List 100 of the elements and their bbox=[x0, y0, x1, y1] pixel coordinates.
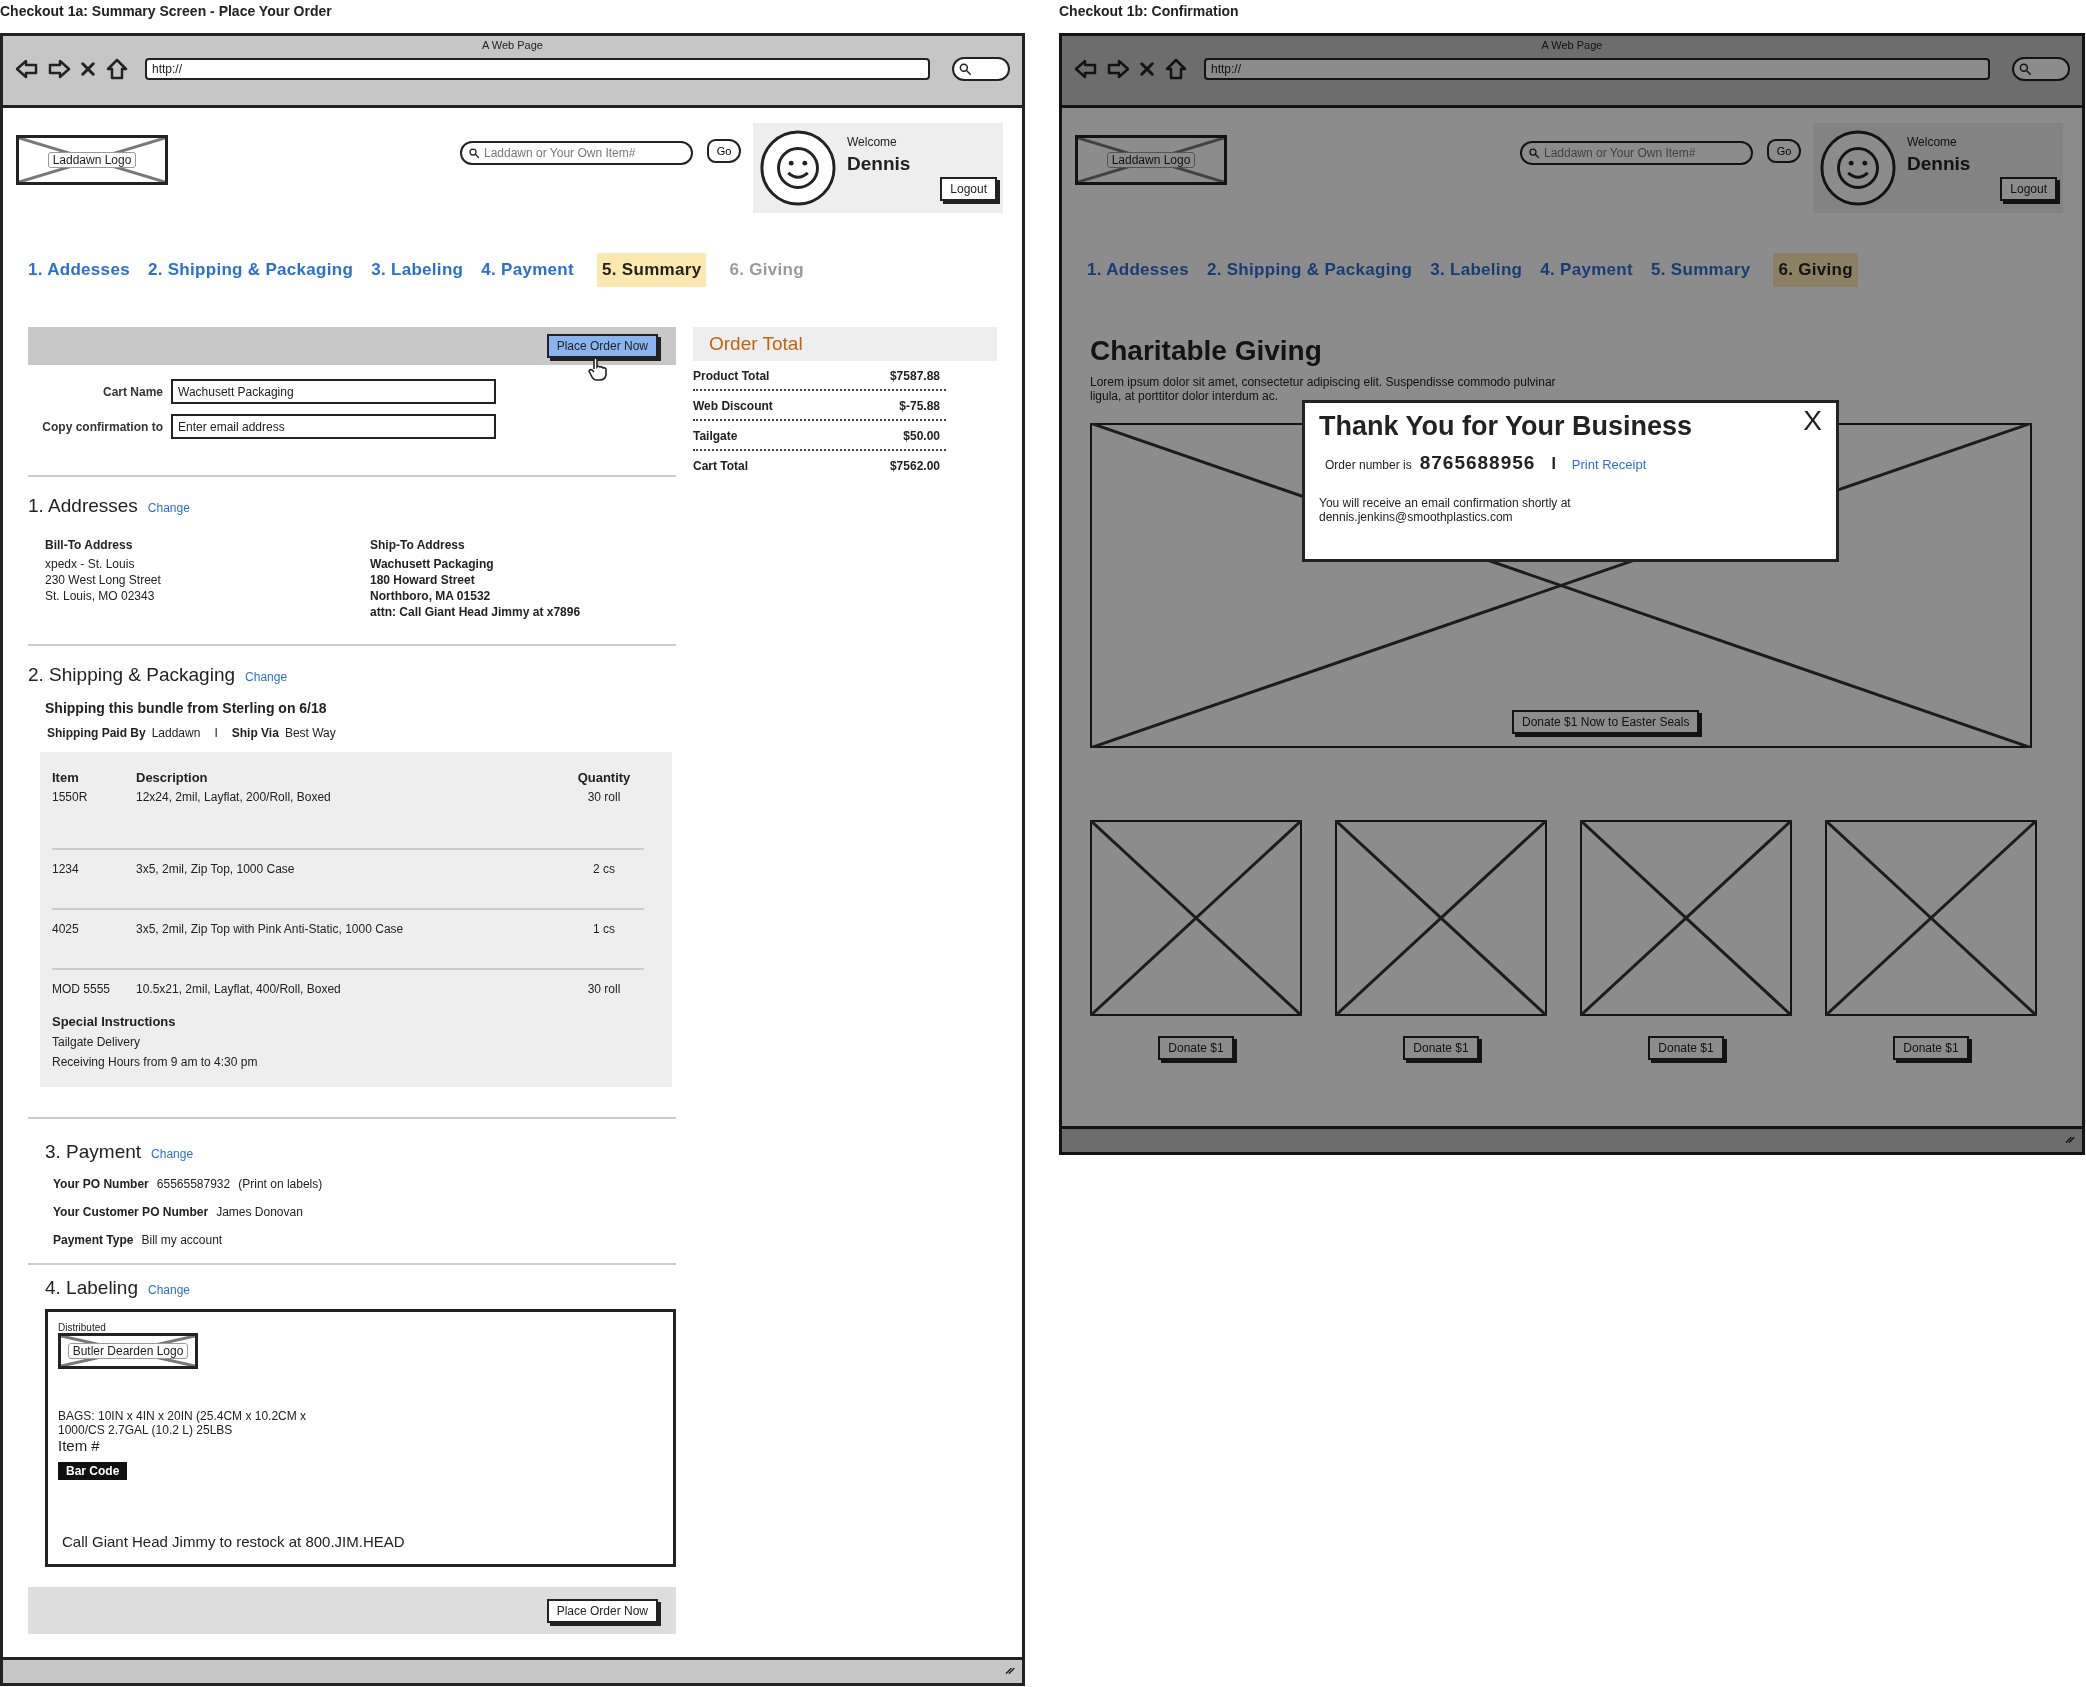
donate-button[interactable]: Donate $1 Now to Easter Seals bbox=[1512, 710, 1700, 734]
screen-caption: Checkout 1b: Confirmation bbox=[1059, 2, 1240, 21]
step-tab[interactable]: 5. Summary bbox=[597, 253, 707, 287]
home-icon[interactable] bbox=[105, 57, 129, 81]
table-cell-text: 1234 bbox=[52, 862, 80, 876]
smiley-avatar-icon bbox=[1819, 129, 1897, 207]
payment-note: (Print on labels) bbox=[238, 1177, 323, 1191]
address-line: xpedx - St. Louis bbox=[45, 556, 136, 572]
step-tab[interactable]: 1. Addesses bbox=[23, 253, 135, 287]
total-label: Cart Total bbox=[693, 459, 749, 473]
change-link[interactable]: Change bbox=[147, 1283, 190, 1297]
go-button[interactable]: Go bbox=[1767, 139, 1801, 163]
logo-label: Laddawn Logo bbox=[47, 152, 137, 168]
place-order-button[interactable]: Place Order Now bbox=[546, 1598, 658, 1623]
forward-icon[interactable] bbox=[47, 57, 71, 81]
page-heading: Charitable Giving bbox=[1090, 335, 1323, 367]
logout-button[interactable]: Logout bbox=[2000, 177, 2057, 201]
dialog-title: Thank You for Your Business bbox=[1319, 411, 1693, 442]
search-placeholder: Laddawn or Your Own Item# bbox=[1544, 146, 1696, 160]
change-link[interactable]: Change bbox=[147, 501, 190, 515]
search-field[interactable]: Laddawn or Your Own Item# bbox=[460, 141, 693, 165]
barcode-label: Bar Code bbox=[58, 1462, 128, 1480]
donate-button[interactable]: Donate $1 bbox=[1648, 1036, 1724, 1060]
step-tab[interactable]: 4. Payment bbox=[476, 253, 579, 287]
place-order-button[interactable]: Place Order Now bbox=[546, 334, 658, 358]
distributed-label: Distributed bbox=[58, 1322, 107, 1333]
search-field[interactable]: Laddawn or Your Own Item# bbox=[1520, 141, 1753, 165]
field-label: Copy confirmation to bbox=[41, 419, 163, 434]
instructions-heading: Special Instructions bbox=[52, 1014, 177, 1029]
item-number-label: Item # bbox=[58, 1437, 101, 1454]
instructions-line: Tailgate Delivery bbox=[52, 1035, 142, 1049]
input-field[interactable]: Wachusett Packaging bbox=[171, 379, 496, 404]
browser-search-field[interactable] bbox=[952, 57, 1010, 81]
separator: I bbox=[1551, 455, 1556, 473]
back-icon[interactable] bbox=[15, 57, 39, 81]
url-field[interactable]: http:// bbox=[1204, 58, 1990, 80]
section-title: 3. Payment bbox=[45, 1141, 142, 1163]
change-link[interactable]: Change bbox=[245, 670, 288, 684]
step-tab[interactable]: 6. Giving bbox=[1773, 253, 1858, 287]
body-text: Lorem ipsum dolor sit amet, consectetur adipiscing elit. Suspendisse commodo pulvinar bbox=[1090, 375, 1557, 389]
order-total-title: Order Total bbox=[693, 327, 997, 361]
column-header: Quantity bbox=[576, 770, 632, 785]
logo-label: Butler Dearden Logo bbox=[67, 1343, 189, 1359]
table-cell-text: 12x24, 2mil, Layflat, 200/Roll, Boxed bbox=[136, 790, 332, 804]
table-cell-text: 4025 bbox=[52, 922, 80, 936]
step-tab[interactable]: 1. Addesses bbox=[1082, 253, 1194, 287]
welcome-label: Welcome bbox=[847, 135, 898, 149]
step-tab[interactable]: 5. Summary bbox=[1646, 253, 1756, 287]
url-field[interactable]: http:// bbox=[145, 58, 930, 80]
go-button[interactable]: Go bbox=[707, 139, 741, 163]
logout-button[interactable]: Logout bbox=[940, 177, 997, 201]
logo-label: Laddawn Logo bbox=[1106, 152, 1196, 168]
total-value: $50.00 bbox=[903, 429, 940, 443]
order-label: Order number is bbox=[1325, 458, 1412, 472]
section-title: 4. Labeling bbox=[45, 1277, 138, 1299]
print-receipt-link[interactable]: Print Receipt bbox=[1571, 457, 1647, 472]
total-label: Product Total bbox=[693, 369, 770, 383]
address-line: 180 Howard Street bbox=[370, 572, 476, 588]
change-link[interactable]: Change bbox=[151, 1147, 194, 1161]
body-text: ligula, at porttitor dolor interdum ac. bbox=[1090, 389, 1280, 403]
donate-button[interactable]: Donate $1 bbox=[1893, 1036, 1969, 1060]
bag-spec-line: BAGS: 10IN x 4IN x 20IN (25.4CM x 10.2CM x bbox=[58, 1409, 308, 1423]
payment-label: Your PO Number bbox=[53, 1177, 149, 1191]
section-title: 1. Addresses bbox=[28, 495, 138, 517]
total-value: $7562.00 bbox=[889, 459, 940, 473]
bag-spec-line: 1000/CS 2.7GAL (10.2 L) 25LBS bbox=[58, 1423, 234, 1437]
input-field[interactable]: Enter email address bbox=[171, 414, 496, 439]
payment-label: Payment Type bbox=[53, 1233, 134, 1247]
search-placeholder: Laddawn or Your Own Item# bbox=[484, 146, 636, 160]
donate-button[interactable]: Donate $1 bbox=[1158, 1036, 1234, 1060]
term-label: Shipping Paid By bbox=[47, 726, 146, 740]
step-tab[interactable]: 3. Labeling bbox=[366, 253, 469, 287]
payment-value: 65565587932 bbox=[156, 1177, 231, 1191]
address-line: Northboro, MA 01532 bbox=[370, 588, 492, 604]
close-button[interactable]: X bbox=[1799, 405, 1826, 437]
window-title: A Web Page bbox=[1541, 39, 1603, 51]
user-name: Dennis bbox=[847, 153, 912, 175]
search-icon[interactable] bbox=[958, 62, 972, 76]
step-tab[interactable]: 2. Shipping & Packaging bbox=[142, 253, 359, 287]
shipping-bundle-text: Shipping this bundle from Sterling on 6/18 bbox=[45, 700, 328, 716]
welcome-label: Welcome bbox=[1907, 135, 1958, 149]
donate-button[interactable]: Donate $1 bbox=[1403, 1036, 1479, 1060]
confirmation-message: You will receive an email confirmation shortly at bbox=[1319, 496, 1572, 510]
screen-caption: Checkout 1a: Summary Screen - Place Your Order bbox=[0, 2, 333, 21]
table-cell-text: 30 roll bbox=[586, 790, 622, 804]
section-title: 2. Shipping & Packaging bbox=[28, 664, 236, 686]
table-cell-text: 10.5x21, 2mil, Layflat, 400/Roll, Boxed bbox=[136, 982, 342, 996]
table-cell-text: 3x5, 2mil, Zip Top with Pink Anti-Static, 1000 Case bbox=[136, 922, 405, 936]
confirmation-message: dennis.jenkins@smoothplastics.com bbox=[1319, 510, 1514, 524]
table-cell-text: 1 cs bbox=[592, 922, 616, 936]
table-cell-text: 2 cs bbox=[592, 862, 616, 876]
browser-search-field[interactable] bbox=[2012, 57, 2070, 81]
separator: I bbox=[214, 726, 218, 740]
window-title: A Web Page bbox=[482, 39, 543, 51]
step-tab[interactable]: 2. Shipping & Packaging bbox=[1201, 253, 1418, 287]
search-icon[interactable] bbox=[468, 147, 480, 159]
address-line: Wachusett Packaging bbox=[370, 556, 495, 572]
term-label: Ship Via bbox=[231, 726, 279, 740]
step-tab[interactable]: 4. Payment bbox=[1535, 253, 1638, 287]
step-tab[interactable]: 3. Labeling bbox=[1425, 253, 1528, 287]
